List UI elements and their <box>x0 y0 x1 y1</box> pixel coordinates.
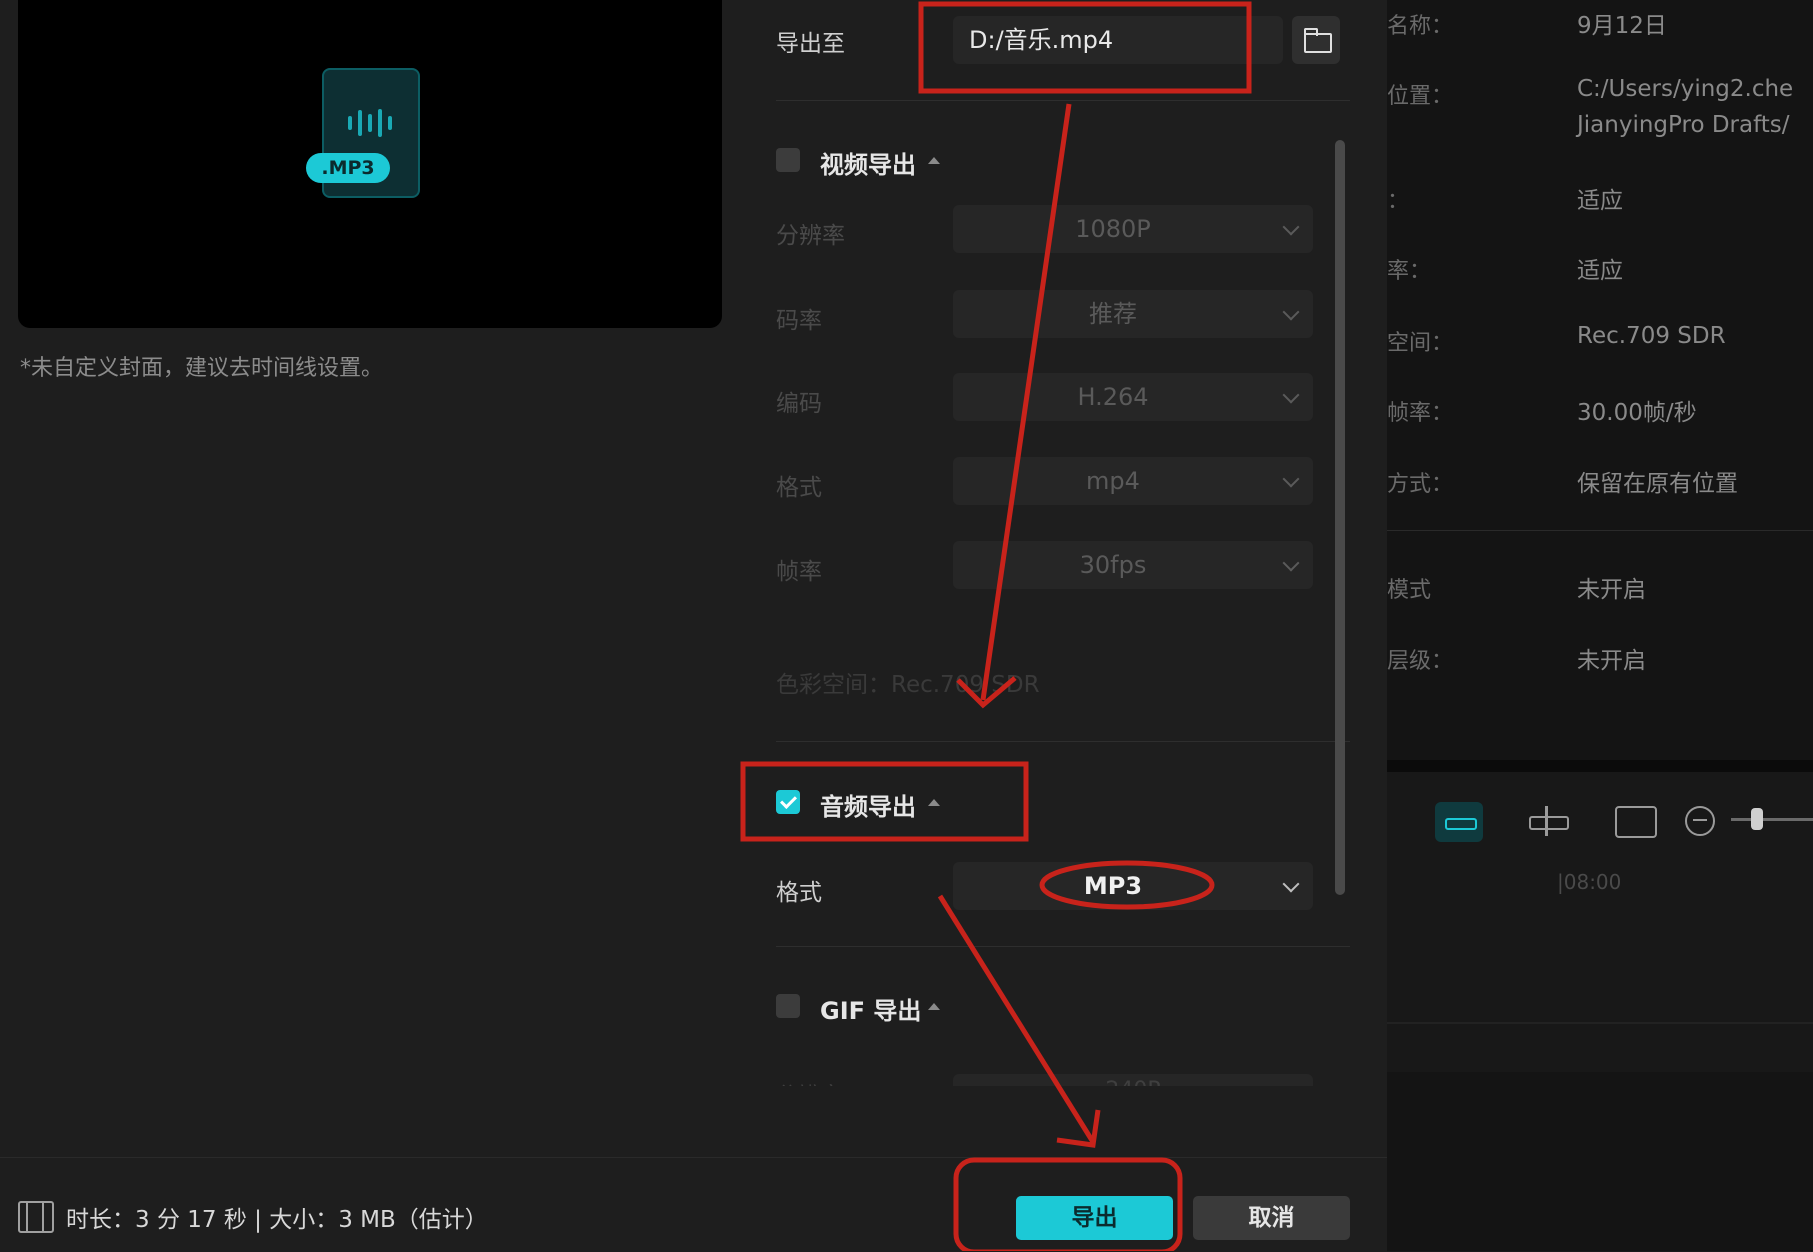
info-label: 帧率： <box>1387 401 1454 426</box>
bitrate-value: 推荐 <box>1089 300 1137 328</box>
bitrate-label: 码率 <box>776 308 822 334</box>
video-export-title: 视频导出 <box>820 151 916 179</box>
gif-export-title: GIF 导出 <box>820 997 922 1025</box>
framerate-label: 帧率 <box>776 559 822 585</box>
divider <box>776 946 1350 947</box>
timeline-toolbar: |08:00 <box>1387 760 1813 1072</box>
link-clips-icon[interactable] <box>1435 802 1483 842</box>
divider <box>1387 530 1813 531</box>
chevron-down-icon <box>1282 875 1300 893</box>
export-path-input[interactable]: D:/音乐.mp4 <box>953 16 1283 64</box>
info-value: 适应 <box>1577 188 1623 214</box>
info-label: ： <box>1387 189 1410 214</box>
codec-select[interactable]: H.264 <box>953 373 1313 421</box>
mp3-badge: .MP3 <box>306 153 390 183</box>
browse-folder-button[interactable] <box>1292 16 1340 64</box>
chevron-down-icon <box>1282 386 1300 404</box>
resolution-select[interactable]: 1080P <box>953 205 1313 253</box>
audio-format-label: 格式 <box>776 880 822 906</box>
collapse-caret-icon[interactable] <box>928 1003 940 1010</box>
zoom-out-icon[interactable] <box>1685 806 1715 836</box>
audio-export-checkbox[interactable] <box>776 790 800 814</box>
chevron-down-icon <box>1282 470 1300 488</box>
info-value: 9月12日 <box>1577 13 1667 39</box>
gif-resolution-select[interactable]: 240P <box>953 1074 1313 1086</box>
info-value: 未开启 <box>1577 577 1646 603</box>
info-value: 保留在原有位置 <box>1577 471 1738 497</box>
framerate-value: 30fps <box>1079 551 1147 579</box>
settings-scrollbar[interactable] <box>1335 140 1345 895</box>
preview-axis-icon[interactable] <box>1615 806 1657 838</box>
zoom-slider[interactable] <box>1731 808 1813 830</box>
export-path-value: D:/音乐.mp4 <box>969 26 1114 54</box>
export-to-label: 导出至 <box>776 31 845 57</box>
duration-size-info: 时长：3 分 17 秒 | 大小：3 MB（估计） <box>66 1207 488 1233</box>
gif-options-clipped: 分辨率 240P <box>776 1070 1316 1086</box>
info-value: Rec.709 SDR <box>1577 323 1726 349</box>
video-format-select[interactable]: mp4 <box>953 457 1313 505</box>
info-label: 位置： <box>1387 84 1454 109</box>
chevron-down-icon <box>1282 303 1300 321</box>
codec-value: H.264 <box>1077 383 1149 411</box>
info-label: 模式 <box>1387 578 1432 603</box>
divider <box>776 100 1350 101</box>
video-export-checkbox[interactable] <box>776 148 800 172</box>
codec-label: 编码 <box>776 391 822 417</box>
export-button[interactable]: 导出 <box>1016 1196 1173 1240</box>
cover-hint: *未自定义封面，建议去时间线设置。 <box>20 356 384 381</box>
color-space-text: 色彩空间：Rec.709 SDR <box>776 672 1040 698</box>
cancel-button[interactable]: 取消 <box>1193 1196 1350 1240</box>
info-value: JianyingPro Drafts/ <box>1577 112 1790 138</box>
audio-format-value: MP3 <box>1083 872 1143 900</box>
film-icon <box>18 1201 54 1233</box>
info-label: 率： <box>1387 259 1432 284</box>
video-format-value: mp4 <box>1086 467 1140 495</box>
video-format-label: 格式 <box>776 475 822 501</box>
collapse-caret-icon[interactable] <box>928 157 940 164</box>
info-value: 适应 <box>1577 258 1623 284</box>
divider <box>1387 1022 1813 1024</box>
chevron-down-icon <box>1282 218 1300 236</box>
info-label: 层级： <box>1387 649 1454 674</box>
timeline-timecode: |08:00 <box>1557 870 1622 894</box>
chevron-down-icon <box>1282 554 1300 572</box>
collapse-caret-icon[interactable] <box>928 799 940 806</box>
gif-resolution-value: 240P <box>953 1078 1313 1086</box>
audio-format-select[interactable]: MP3 <box>953 862 1313 910</box>
bitrate-select[interactable]: 推荐 <box>953 290 1313 338</box>
info-value: C:/Users/ying2.che <box>1577 76 1794 102</box>
info-label: 方式： <box>1387 472 1454 497</box>
framerate-select[interactable]: 30fps <box>953 541 1313 589</box>
info-value: 未开启 <box>1577 648 1646 674</box>
split-icon[interactable] <box>1527 806 1569 836</box>
info-label: 名称： <box>1387 14 1454 39</box>
info-value: 30.00帧/秒 <box>1577 400 1697 426</box>
resolution-label: 分辨率 <box>776 223 845 249</box>
resolution-value: 1080P <box>1075 215 1151 243</box>
info-label: 空间： <box>1387 331 1454 356</box>
gif-export-checkbox[interactable] <box>776 994 800 1018</box>
audio-export-title: 音频导出 <box>820 793 916 821</box>
divider <box>776 741 1350 742</box>
